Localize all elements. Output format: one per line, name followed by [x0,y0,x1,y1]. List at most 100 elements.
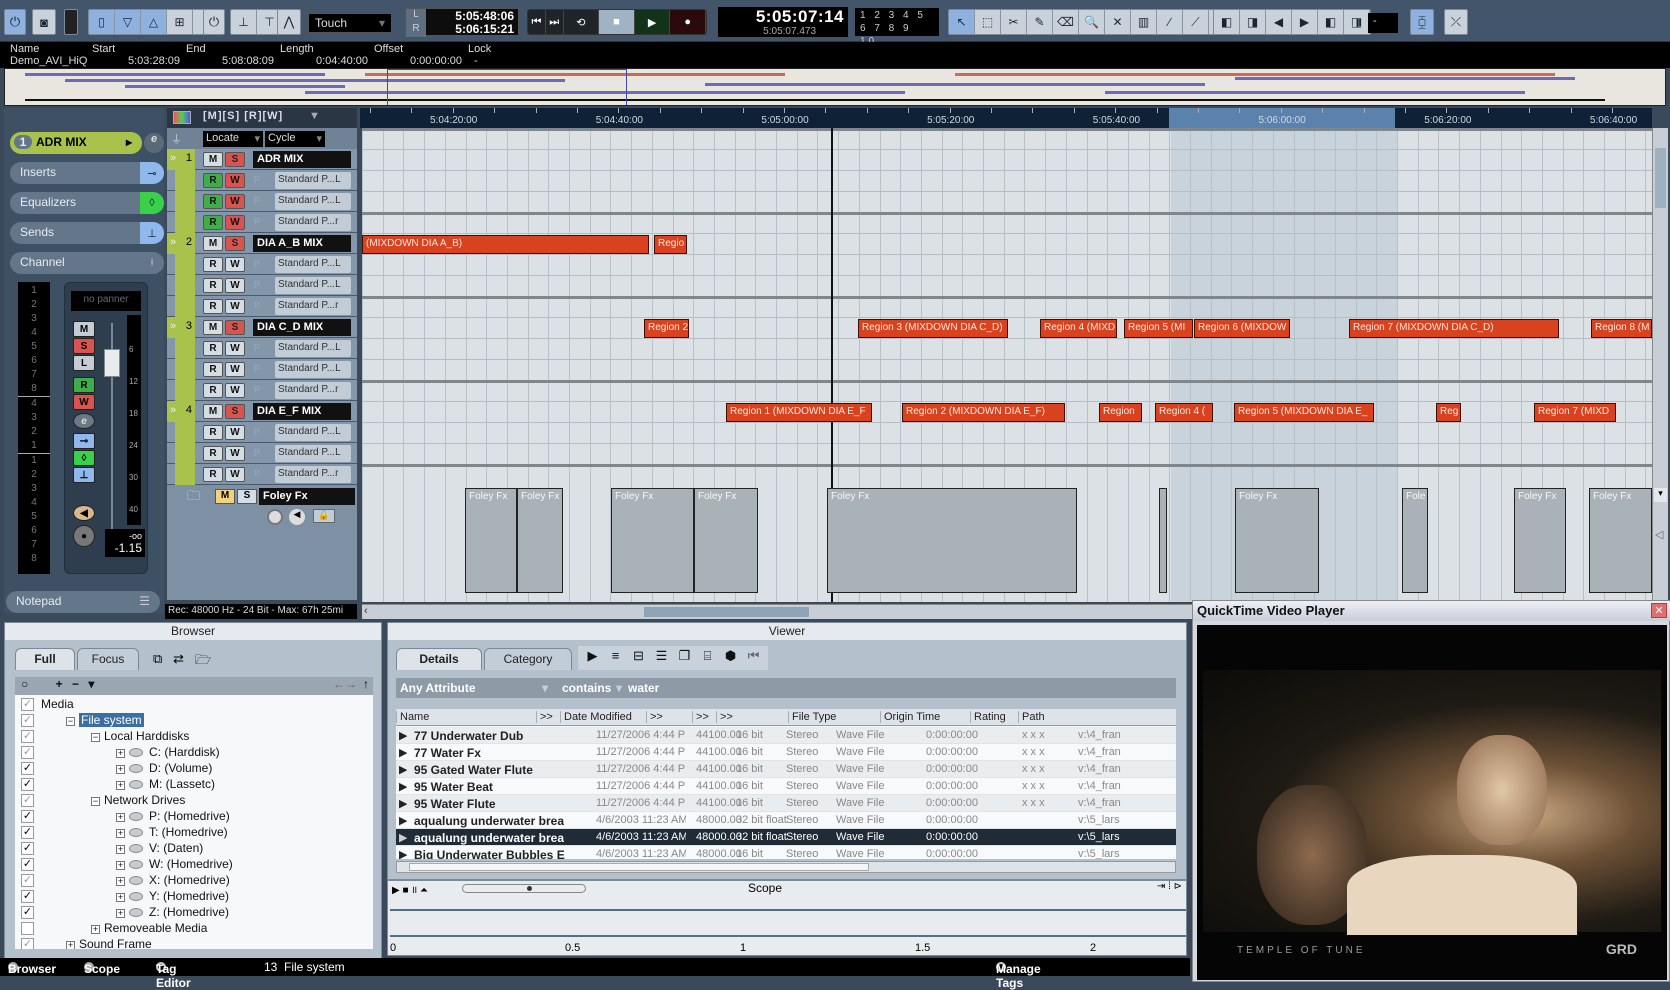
expand-icon[interactable]: + [116,845,125,854]
tree-item[interactable]: + M: (Lassetc) [116,777,215,793]
trim-start-right-icon[interactable]: ◨ [1240,10,1266,34]
expand-icon[interactable]: + [116,829,125,838]
tree-checkbox[interactable]: ✓ [21,842,34,855]
edit-channel-icon[interactable]: e [144,133,164,153]
foley-region[interactable]: Foley Fx [611,488,694,593]
quicktime-title[interactable]: QuickTime Video Player [1193,601,1670,621]
track-row[interactable]: » 3 M S DIA C_D MIX [167,317,357,338]
track-name[interactable]: DIA E_F MIX [253,403,351,420]
tree-checkbox[interactable]: ✓ [21,906,34,919]
tab-category[interactable]: Category [484,648,572,670]
audio-region[interactable]: Region 1 (MIXDOWN DIA E_F [726,403,872,422]
up-icon[interactable]: ↑ [363,677,369,691]
mute-button[interactable]: M [203,152,223,167]
table-horizontal-scrollbar[interactable] [396,861,1176,873]
write-automation-button[interactable]: W [225,257,245,272]
expand-icon[interactable]: + [116,781,125,790]
expand-icon[interactable]: » [170,404,176,416]
write-automation-button[interactable]: W [225,467,245,482]
write-automation-button[interactable]: W [225,446,245,461]
snap-value-select[interactable]: - [1368,13,1398,33]
tree-item[interactable]: + C: (Harddisk) [116,745,220,761]
right-locator-time[interactable]: 5:06:15:21 [455,22,514,36]
automation-lane-row[interactable]: R W P Standard P...L [167,170,357,191]
read-automation-button[interactable]: R [73,377,95,393]
collapse-icon[interactable]: − [66,717,75,726]
automation-parameter-select[interactable]: Standard P...L [275,256,351,273]
column-header[interactable]: Rating [970,711,1006,723]
foley-region[interactable]: Foley Fx [517,488,563,593]
tree-checkbox[interactable]: ✓ [21,794,34,807]
table-row[interactable]: ▶ aqualung underwater brea 4/6/2003 11:23 … [396,829,1176,846]
expand-icon[interactable]: + [66,941,75,949]
punch-button[interactable]: P [247,362,267,377]
folder-solo-button[interactable]: S [237,489,257,504]
punch-in-icon[interactable]: ⊥ [231,10,257,34]
play-icon[interactable]: ▶ [399,763,407,776]
audio-region[interactable]: Region 4 (MIXD [1040,319,1117,338]
info-length[interactable]: 0:04:40:00 [316,55,368,67]
pool-icon[interactable]: ⊞ [167,10,193,34]
automation-lane-row[interactable]: R W P Standard P...r [167,380,357,401]
foley-region[interactable]: Foley Fx [694,488,758,593]
sort-icon[interactable]: ≡ [605,648,626,668]
track-row[interactable]: » 2 M S DIA A_B MIX [167,233,357,254]
solo-button[interactable]: S [225,236,245,251]
info-start[interactable]: 5:03:28:09 [128,55,180,67]
read-automation-button[interactable]: R [203,446,223,461]
play-icon[interactable]: ▶ [582,648,603,668]
tree-checkbox[interactable]: ✓ [21,762,34,775]
cycle-select[interactable]: Cycle ▾ [265,131,325,147]
expand-icon[interactable]: + [91,925,100,934]
show-inspector-icon[interactable]: ▯ [89,10,115,34]
new-folder-icon[interactable]: 🗁 [195,651,211,673]
audio-region[interactable]: Reg [1436,403,1461,422]
audio-region[interactable]: (MIXDOWN DIA A_B) [362,235,649,254]
write-automation-button[interactable]: W [225,425,245,440]
tree-item[interactable]: + Removeable Media [91,921,207,937]
play-icon[interactable]: ▶ [399,729,407,742]
expand-icon[interactable]: + [116,893,125,902]
object-select-icon[interactable]: ↖ [949,10,975,34]
draw-icon[interactable]: ∕ [1157,10,1183,34]
punch-button[interactable]: P [247,173,267,188]
automation-parameter-select[interactable]: Standard P...r [275,382,351,399]
timeline-ruler[interactable]: 5:04:20:00 5:04:40:00 5:05:00:00 5:05:20:00… [360,108,1652,128]
right-locator-label[interactable]: R [406,23,426,37]
read-automation-button[interactable]: R [203,341,223,356]
marker-buttons[interactable]: 1 2 3 4 5 6 7 8 9 10 [855,8,939,47]
expand-icon[interactable]: + [116,909,125,918]
expand-icon[interactable]: + [116,877,125,886]
mute-button[interactable]: M [73,321,95,337]
foley-region[interactable]: Foley Fx [1589,488,1652,593]
audio-region[interactable]: Region 5 (MIXDOWN DIA E_ [1234,403,1374,422]
tree-item[interactable]: + P: (Homedrive) [116,809,230,825]
audio-region[interactable]: Region 5 (MI [1124,319,1193,338]
volume-readout[interactable]: -oo -1.15 [105,529,145,557]
sync-icon[interactable]: ⧉ [153,651,162,667]
chevron-down-icon[interactable]: ▾ [88,677,94,691]
read-automation-button[interactable]: R [203,278,223,293]
back-icon[interactable]: ← [333,677,345,691]
write-automation-button[interactable]: W [225,278,245,293]
automation-button[interactable]: ⋀ [277,9,301,35]
range-select-icon[interactable]: ⬚ [975,10,1001,34]
panner-display[interactable]: no panner [71,291,141,311]
expand-icon[interactable]: + [116,861,125,870]
expand-icon[interactable]: » [170,152,176,164]
audio-region[interactable]: Region 7 (MIXD [1534,403,1616,422]
zoom-icon[interactable]: 🔍 [1079,10,1105,34]
write-automation-button[interactable]: W [73,394,95,410]
automation-lane-row[interactable]: R W P Standard P...r [167,212,357,233]
tree-item[interactable]: + T: (Homedrive) [116,825,228,841]
read-automation-button[interactable]: R [203,194,223,209]
expand-icon[interactable]: + [116,749,125,758]
column-header[interactable]: Path [1018,711,1045,723]
read-automation-button[interactable]: R [203,215,223,230]
project-overview[interactable] [4,68,1666,106]
automation-lane-row[interactable]: R W P Standard P...L [167,254,357,275]
automation-lane-row[interactable]: R W P Standard P...r [167,464,357,485]
tree-checkbox[interactable]: ✓ [21,810,34,823]
go-to-start-button[interactable]: ⏮ [528,10,546,34]
info-end[interactable]: 5:08:08:09 [222,55,274,67]
